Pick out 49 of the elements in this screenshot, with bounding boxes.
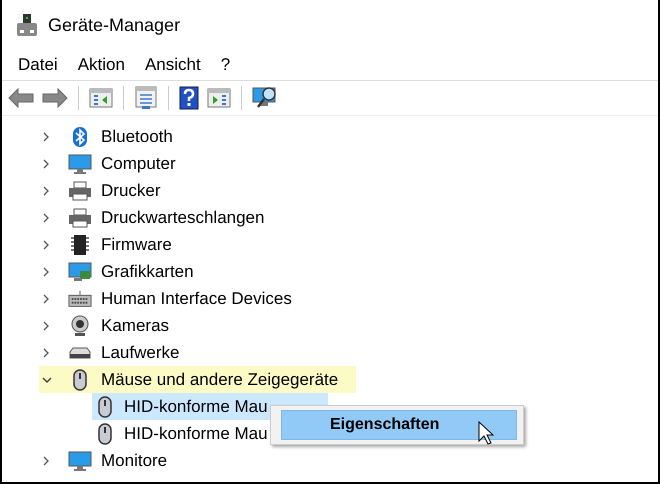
chip-icon [70,234,90,256]
menu-item[interactable]: ? [210,55,240,75]
properties-window-icon[interactable] [134,86,158,110]
mouse-icon [73,368,87,390]
menu-item[interactable]: Aktion [68,55,135,75]
window-title: Geräte-Manager [48,14,180,36]
monitor-icon [68,450,92,470]
mouse-icon [98,422,112,444]
keyboard-icon [68,288,92,308]
chevron-right-icon[interactable] [42,132,50,142]
chevron-right-icon[interactable] [42,266,50,276]
device-manager-icon [16,13,38,37]
chevron-right-icon[interactable] [42,348,50,358]
chevron-right-icon[interactable] [42,320,50,330]
webcam-icon [70,314,90,336]
pointer-icon [478,421,494,445]
chevron-right-icon[interactable] [42,212,50,222]
monitor-icon [68,154,92,174]
pane-left-icon[interactable] [89,87,113,109]
tree-item[interactable]: Firmware [2,231,658,258]
tree-item[interactable]: Bluetooth [2,123,658,150]
tree-item[interactable]: HID-konforme Mau [92,420,268,447]
chevron-right-icon[interactable] [42,456,50,466]
tree-item[interactable]: Human Interface Devices [2,285,658,312]
chevron-down-icon[interactable] [42,376,52,384]
chevron-right-icon[interactable] [42,186,50,196]
menu-item[interactable]: Ansicht [134,55,211,75]
tree-item[interactable]: Grafikkarten [2,258,658,285]
chevron-right-icon[interactable] [42,294,50,304]
forward-arrow-icon[interactable] [42,87,68,109]
chevron-right-icon[interactable] [42,158,50,168]
tree-item[interactable]: Kameras [2,312,658,339]
pane-right-icon[interactable] [207,87,231,109]
bluetooth-icon [73,126,87,146]
tree-item[interactable]: Laufwerke [2,339,658,366]
tree-item[interactable]: Computer [2,150,658,177]
mouse-icon [98,396,112,418]
help-icon[interactable] [179,86,199,110]
chevron-right-icon[interactable] [42,240,50,250]
menu-item[interactable]: Datei [8,55,68,75]
tree-item[interactable]: Druckwarteschlangen [2,204,658,231]
tree-item[interactable]: Mäuse und andere Zeigegeräte [39,366,356,393]
printer-icon [68,208,92,228]
tree-item[interactable]: Drucker [2,177,658,204]
drive-icon [69,346,91,358]
printer-icon [68,180,92,200]
tree-item[interactable]: Monitore [2,447,658,474]
graphics-card-icon [68,262,92,282]
back-arrow-icon[interactable] [8,87,34,109]
